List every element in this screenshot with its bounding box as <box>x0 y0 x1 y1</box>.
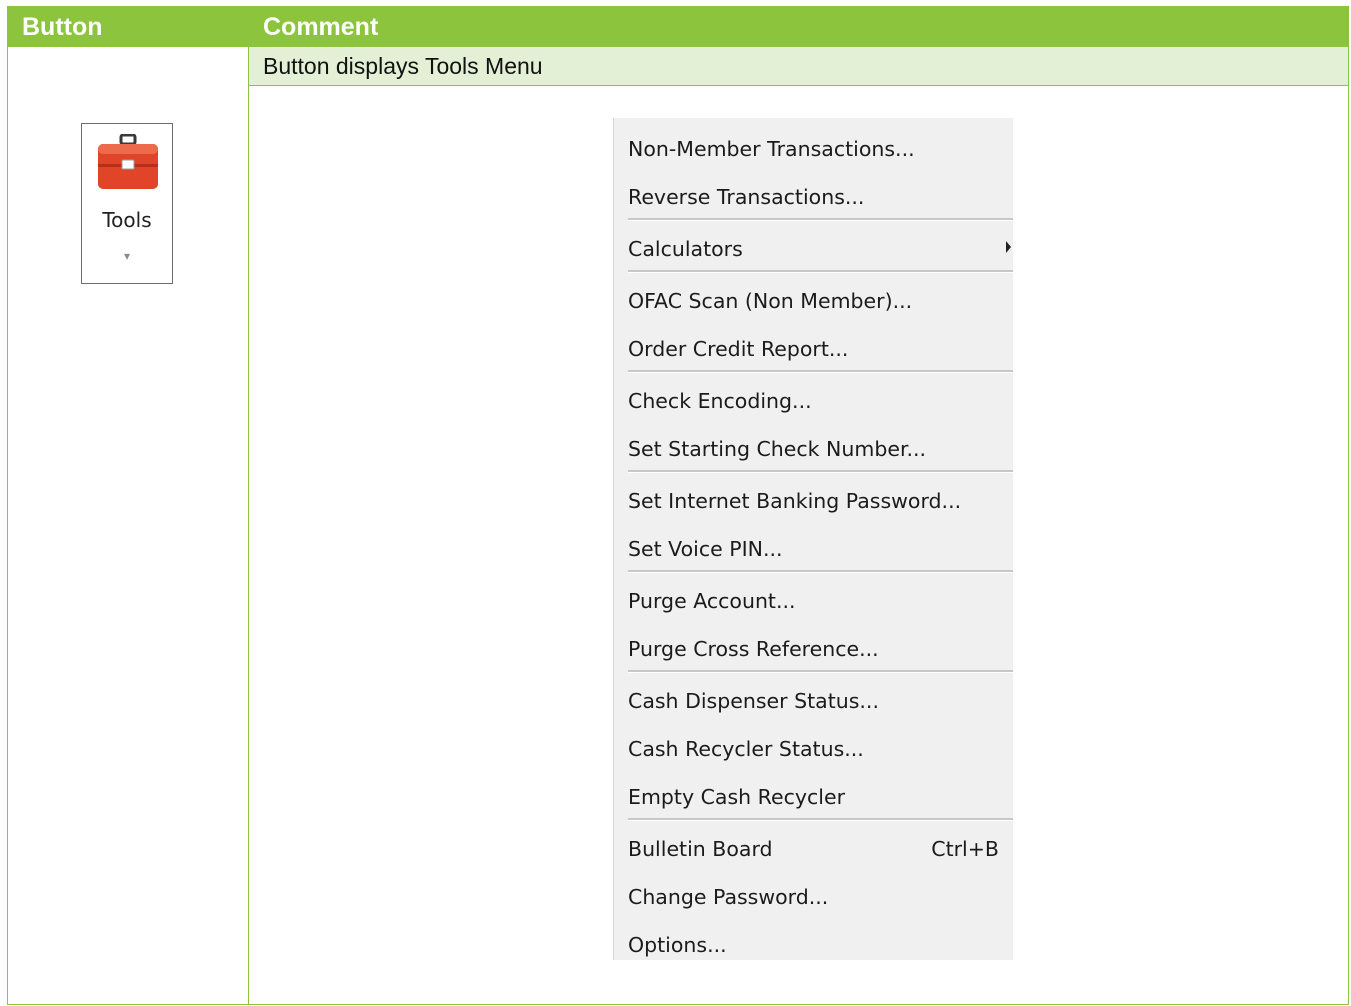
header-button-column: Button <box>8 7 248 47</box>
menu-item-check-encoding[interactable]: Check Encoding... <box>628 379 1003 423</box>
menu-item-options[interactable]: Options... <box>628 923 1003 967</box>
menu-item-empty-cash-recycler[interactable]: Empty Cash Recycler <box>628 775 1003 819</box>
menu-item-cash-recycler-status[interactable]: Cash Recycler Status... <box>628 727 1003 771</box>
menu-item-label: Calculators <box>628 237 743 261</box>
menu-item-change-password[interactable]: Change Password... <box>628 875 1003 919</box>
menu-separator <box>628 218 1013 221</box>
header-comment-column: Comment <box>248 7 1348 47</box>
menu-separator <box>628 370 1013 373</box>
tools-menu: Non-Member Transactions... Reverse Trans… <box>613 118 1013 960</box>
menu-separator <box>628 818 1013 821</box>
menu-item-cash-dispenser-status[interactable]: Cash Dispenser Status... <box>628 679 1003 723</box>
submenu-arrow-icon <box>1006 241 1011 253</box>
column-divider <box>248 7 249 1004</box>
menu-item-reverse-transactions[interactable]: Reverse Transactions... <box>628 175 1003 219</box>
menu-item-set-internet-banking-password[interactable]: Set Internet Banking Password... <box>628 479 1003 523</box>
menu-item-label: Bulletin Board <box>628 837 773 861</box>
comment-description: Button displays Tools Menu <box>249 47 1348 86</box>
menu-item-bulletin-board[interactable]: Bulletin Board Ctrl+B <box>628 827 1003 871</box>
menu-item-ofac-scan[interactable]: OFAC Scan (Non Member)... <box>628 279 1003 323</box>
tools-label: Tools <box>102 208 152 232</box>
menu-item-calculators[interactable]: Calculators <box>628 227 1011 271</box>
chevron-down-icon: ▾ <box>123 249 131 263</box>
menu-item-non-member-transactions[interactable]: Non-Member Transactions... <box>628 127 1003 171</box>
menu-separator <box>628 270 1013 273</box>
tools-button[interactable]: Tools ▾ <box>81 123 173 284</box>
menu-separator <box>628 570 1013 573</box>
toolbox-icon <box>98 134 158 189</box>
menu-item-order-credit-report[interactable]: Order Credit Report... <box>628 327 1003 371</box>
menu-item-purge-account[interactable]: Purge Account... <box>628 579 1003 623</box>
menu-item-set-starting-check-number[interactable]: Set Starting Check Number... <box>628 427 1003 471</box>
menu-item-set-voice-pin[interactable]: Set Voice PIN... <box>628 527 1003 571</box>
menu-separator <box>628 470 1013 473</box>
menu-separator <box>628 670 1013 673</box>
shortcut-label: Ctrl+B <box>931 837 999 861</box>
menu-item-purge-cross-reference[interactable]: Purge Cross Reference... <box>628 627 1003 671</box>
